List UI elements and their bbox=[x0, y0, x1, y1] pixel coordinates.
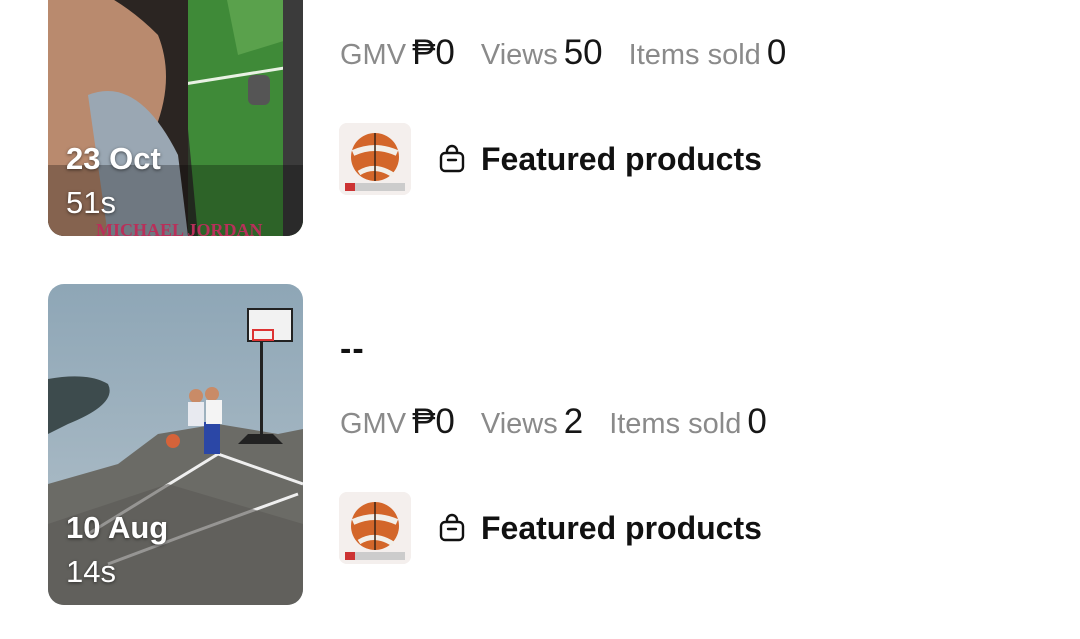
metric-value: 0 bbox=[747, 402, 767, 441]
metric-label: Views bbox=[480, 39, 558, 71]
shopping-bag-icon bbox=[437, 513, 467, 543]
metric-label: Items sold bbox=[609, 408, 742, 440]
video-duration: 51s bbox=[66, 185, 116, 220]
video-duration: 14s bbox=[66, 554, 116, 589]
video-thumbnail[interactable]: MICHAEL JORDAN 23 Oct 51s bbox=[48, 0, 303, 236]
video-thumbnail[interactable]: 10 Aug 14s bbox=[48, 284, 303, 605]
metric-label: Views bbox=[480, 408, 558, 440]
featured-products-label: Featured products bbox=[481, 140, 762, 177]
metric-label: GMV bbox=[340, 408, 407, 440]
metric-gmv: GMV ₱0 bbox=[340, 33, 455, 73]
featured-products-row: Featured products bbox=[339, 492, 762, 564]
product-image[interactable] bbox=[339, 492, 411, 564]
metric-views: Views 2 bbox=[481, 402, 583, 442]
featured-products-button[interactable]: Featured products bbox=[437, 141, 762, 178]
product-image[interactable] bbox=[339, 123, 411, 195]
metric-value: 0 bbox=[766, 33, 787, 72]
video-list: MICHAEL JORDAN 23 Oct 51s GMV ₱0 Views 5… bbox=[0, 0, 1080, 639]
metric-views: Views 50 bbox=[481, 33, 603, 73]
svg-text:MICHAEL JORDAN: MICHAEL JORDAN bbox=[96, 220, 263, 236]
video-date: 10 Aug bbox=[66, 510, 169, 545]
metric-value: 50 bbox=[563, 33, 603, 72]
video-title: -- bbox=[340, 330, 365, 368]
video-metrics: GMV ₱0 Views 2 Items sold 0 bbox=[340, 402, 793, 442]
video-item[interactable]: 10 Aug 14s -- GMV ₱0 Views 2 Items sold … bbox=[0, 284, 1080, 606]
video-item[interactable]: MICHAEL JORDAN 23 Oct 51s GMV ₱0 Views 5… bbox=[0, 0, 1080, 237]
metric-value: ₱0 bbox=[412, 33, 455, 72]
featured-products-row: Featured products bbox=[339, 123, 762, 195]
metric-value: ₱0 bbox=[412, 402, 455, 441]
video-metrics: GMV ₱0 Views 50 Items sold 0 bbox=[340, 33, 812, 73]
metric-gmv: GMV ₱0 bbox=[340, 402, 455, 442]
video-date: 23 Oct bbox=[66, 141, 161, 176]
shopping-bag-icon bbox=[437, 144, 467, 174]
featured-products-label: Featured products bbox=[481, 509, 762, 546]
metric-label: GMV bbox=[340, 39, 407, 71]
metric-value: 2 bbox=[563, 402, 584, 441]
featured-products-button[interactable]: Featured products bbox=[437, 510, 762, 547]
metric-label: Items sold bbox=[628, 39, 761, 71]
metric-items-sold: Items sold 0 bbox=[609, 402, 767, 442]
metric-items-sold: Items sold 0 bbox=[629, 33, 787, 73]
